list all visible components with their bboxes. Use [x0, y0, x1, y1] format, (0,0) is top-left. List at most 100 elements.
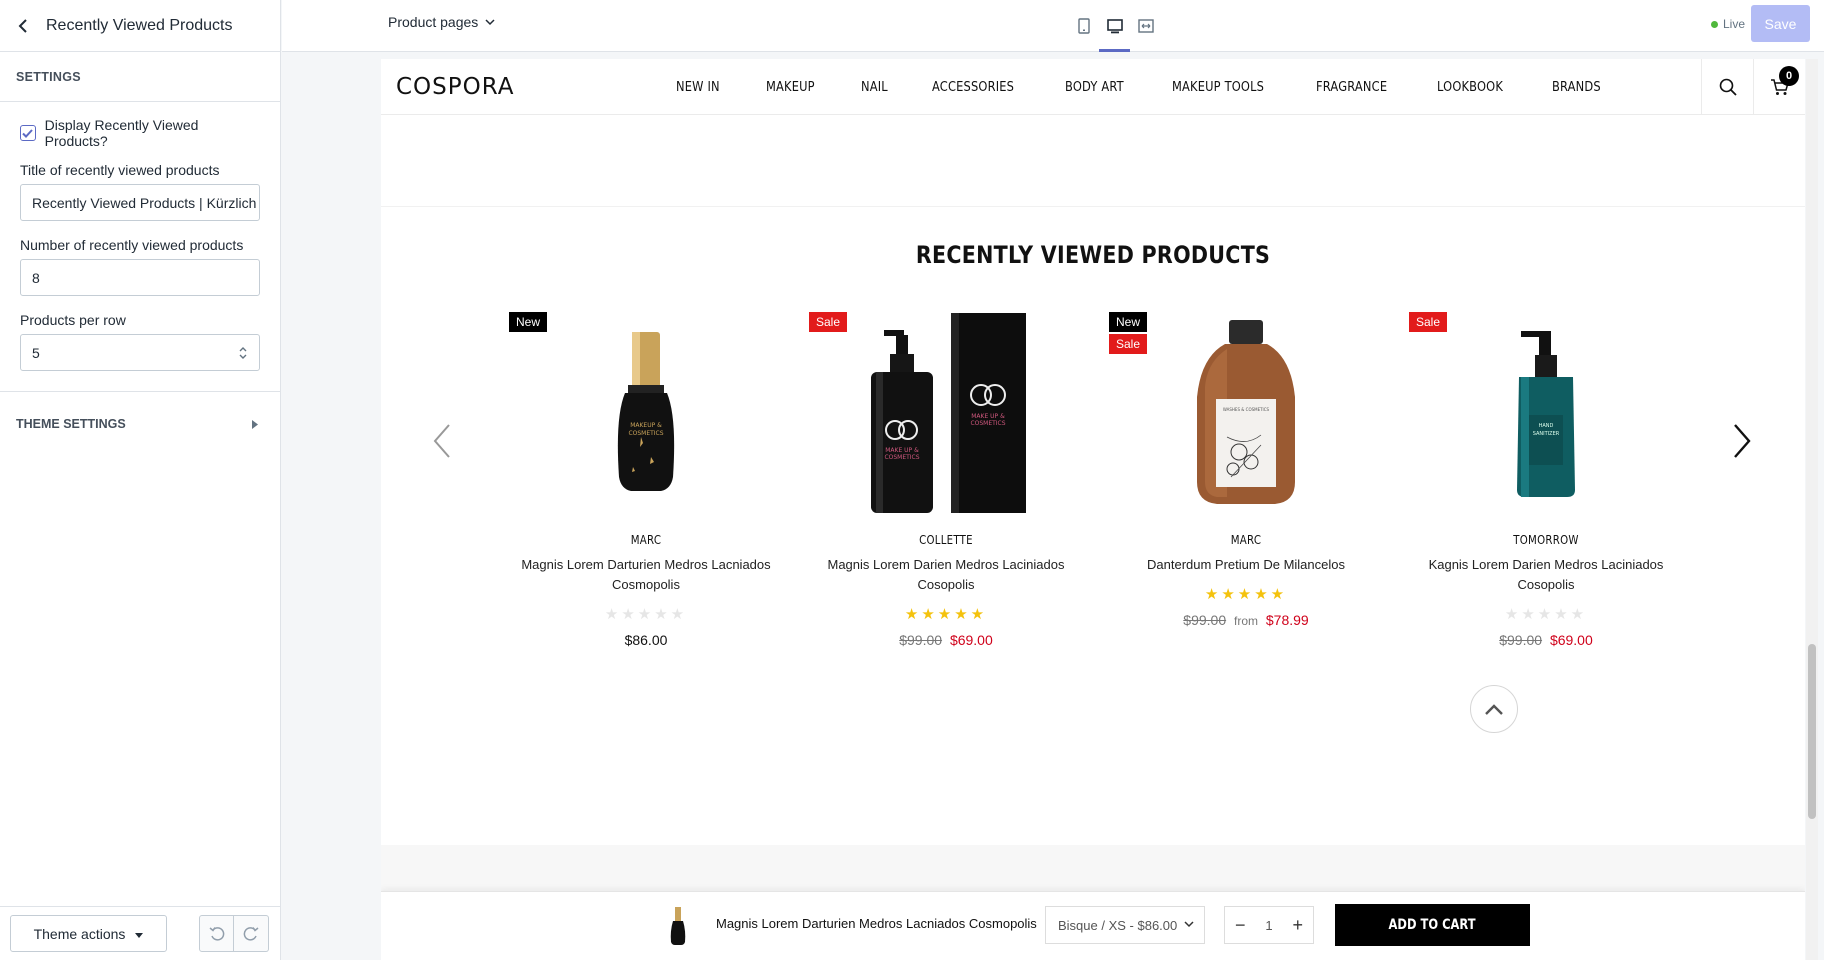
page-type-dropdown[interactable]: Product pages — [388, 14, 495, 30]
svg-text:COSMETICS: COSMETICS — [970, 420, 1005, 427]
product-name[interactable]: Magnis Lorem Darien Medros Laciniados Co… — [796, 555, 1096, 595]
price-prefix: from — [1234, 614, 1258, 628]
number-input[interactable]: 8 — [20, 259, 260, 296]
product-brand: COLLETTE — [919, 533, 973, 547]
back-to-top-button[interactable] — [1470, 685, 1518, 733]
cart-button[interactable]: 0 — [1753, 59, 1805, 115]
product-image[interactable]: New Sale WASHES & COSMETICS — [1096, 312, 1396, 512]
new-badge: New — [1109, 312, 1148, 332]
store-logo[interactable]: COSPORA — [396, 74, 515, 100]
compare-price: $99.00 — [899, 632, 943, 648]
amber-bottle-image: WASHES & COSMETICS — [1197, 320, 1295, 504]
menu-item-new-in[interactable]: NEW IN — [676, 80, 720, 95]
product-brand: TOMORROW — [1513, 533, 1579, 547]
regular-price: $86.00 — [624, 632, 668, 648]
preview-scrollbar[interactable] — [1806, 59, 1818, 960]
product-price: $99.00 from $78.99 — [1096, 612, 1396, 628]
product-image[interactable]: Sale HAND SANITIZER — [1396, 312, 1696, 512]
menu-item-lookbook[interactable]: LOOKBOOK — [1437, 80, 1503, 95]
search-button[interactable] — [1701, 59, 1753, 115]
quantity-value[interactable]: 1 — [1265, 918, 1272, 933]
redo-icon — [243, 926, 259, 941]
product-image[interactable]: Sale MAKE UP & COSMETICS MAKE UP & COSME… — [796, 312, 1096, 513]
menu-item-fragrance[interactable]: FRAGRANCE — [1316, 80, 1387, 95]
product-name[interactable]: Danterdum Pretium De Milancelos — [1096, 555, 1396, 575]
display-recently-viewed-toggle[interactable]: Display Recently Viewed Products? — [20, 117, 260, 149]
menu-item-brands[interactable]: BRANDS — [1552, 80, 1601, 95]
product-name[interactable]: Kagnis Lorem Darien Medros Laciniados Co… — [1396, 555, 1696, 595]
sidebar-title: Recently Viewed Products — [46, 16, 233, 34]
new-badge: New — [509, 312, 548, 332]
caret-down-icon — [135, 932, 144, 938]
svg-text:COSMETICS: COSMETICS — [628, 430, 663, 437]
fullscreen-view-button[interactable] — [1130, 0, 1161, 52]
product-card[interactable]: Sale MAKE UP & COSMETICS MAKE UP & COSME… — [796, 312, 1096, 648]
product-carousel: New MAKEUP & COSMETICS MARC Magnis Lorem… — [496, 312, 1696, 648]
increase-qty-button[interactable]: + — [1292, 915, 1303, 936]
mobile-view-button[interactable] — [1068, 0, 1099, 52]
back-arrow-icon[interactable] — [14, 16, 34, 36]
sidebar-header: Recently Viewed Products — [0, 0, 280, 52]
product-image[interactable]: New MAKEUP & COSMETICS — [496, 312, 796, 512]
undo-button[interactable] — [199, 915, 234, 952]
menu-item-body-art[interactable]: BODY ART — [1065, 80, 1124, 95]
variant-value: Bisque / XS - $86.00 — [1058, 917, 1178, 933]
store-header: COSPORA NEW IN MAKEUP NAIL ACCESSORIES B… — [381, 59, 1805, 115]
scrollbar-thumb[interactable] — [1808, 644, 1816, 819]
sidebar-footer: Theme actions — [0, 906, 281, 960]
rating-stars-empty: ★★★★★ — [1504, 606, 1588, 623]
product-brand: MARC — [630, 533, 662, 547]
caret-right-icon — [252, 419, 258, 429]
cart-count-badge: 0 — [1779, 66, 1799, 86]
per-row-value: 5 — [32, 344, 40, 361]
compare-price: $99.00 — [1499, 632, 1543, 648]
device-switcher — [1068, 0, 1161, 52]
live-status: Live — [1711, 17, 1745, 31]
save-button[interactable]: Save — [1751, 5, 1810, 42]
title-input[interactable]: Recently Viewed Products | Kürzlich — [20, 184, 260, 221]
menu-item-nail[interactable]: NAIL — [861, 80, 888, 95]
sticky-add-to-cart-bar: Magnis Lorem Darturien Medros Lacniados … — [381, 891, 1805, 960]
desktop-icon — [1106, 18, 1123, 33]
header-icons: 0 — [1701, 59, 1805, 115]
menu-item-makeup[interactable]: MAKEUP — [766, 80, 815, 95]
undo-redo-group — [199, 915, 269, 952]
fullwidth-icon — [1137, 19, 1154, 33]
menu-item-makeup-tools[interactable]: MAKEUP TOOLS — [1172, 80, 1264, 95]
theme-actions-label: Theme actions — [33, 925, 126, 942]
theme-actions-button[interactable]: Theme actions — [10, 915, 167, 952]
rating-stars-filled: ★★★★★ — [904, 606, 988, 623]
badge-group: Sale — [809, 312, 848, 338]
sale-badge: Sale — [809, 312, 848, 332]
menu-item-accessories[interactable]: ACCESSORIES — [932, 80, 1014, 95]
product-card[interactable]: New MAKEUP & COSMETICS MARC Magnis Lorem… — [496, 312, 796, 648]
variant-select[interactable]: Bisque / XS - $86.00 — [1045, 906, 1205, 944]
per-row-select[interactable]: 5 — [20, 334, 260, 371]
rating-stars-filled: ★★★★★ — [1204, 586, 1288, 603]
product-name[interactable]: Magnis Lorem Darturien Medros Lacniados … — [496, 555, 796, 595]
section-title: RECENTLY VIEWED PRODUCTS — [915, 241, 1271, 269]
editor-topbar: Product pages Live Save — [282, 0, 1824, 52]
svg-text:SANITIZER: SANITIZER — [1533, 431, 1560, 437]
checkbox-checked-icon[interactable] — [20, 125, 36, 141]
redo-button[interactable] — [234, 915, 269, 952]
add-to-cart-button[interactable]: ADD TO CART — [1335, 904, 1530, 946]
chevron-down-icon — [485, 18, 495, 25]
theme-settings-link[interactable]: THEME SETTINGS — [0, 392, 280, 456]
svg-text:COSMETICS: COSMETICS — [884, 454, 919, 461]
select-arrows-icon — [239, 347, 247, 359]
product-card[interactable]: Sale HAND SANITIZER TOMORROW Kagnis Lore… — [1396, 312, 1696, 648]
main-menu: NEW IN MAKEUP NAIL ACCESSORIES BODY ART … — [676, 59, 1648, 115]
decrease-qty-button[interactable]: − — [1235, 915, 1246, 936]
carousel-prev-icon[interactable] — [433, 424, 451, 458]
desktop-view-button[interactable] — [1099, 0, 1130, 52]
svg-text:MAKEUP &: MAKEUP & — [630, 422, 662, 429]
chevron-up-icon — [1485, 703, 1503, 715]
black-pump-bottle-with-box-image: MAKE UP & COSMETICS MAKE UP & COSMETICS — [871, 312, 1026, 513]
teal-sanitizer-pump-image: HAND SANITIZER — [1517, 330, 1575, 497]
badge-group: Sale — [1409, 312, 1448, 338]
product-card[interactable]: New Sale WASHES & COSMETICS MARC Danterd… — [1096, 312, 1396, 648]
display-checkbox-label: Display Recently Viewed Products? — [44, 117, 199, 149]
theme-settings-label: THEME SETTINGS — [16, 417, 126, 431]
carousel-next-icon[interactable] — [1733, 424, 1751, 458]
